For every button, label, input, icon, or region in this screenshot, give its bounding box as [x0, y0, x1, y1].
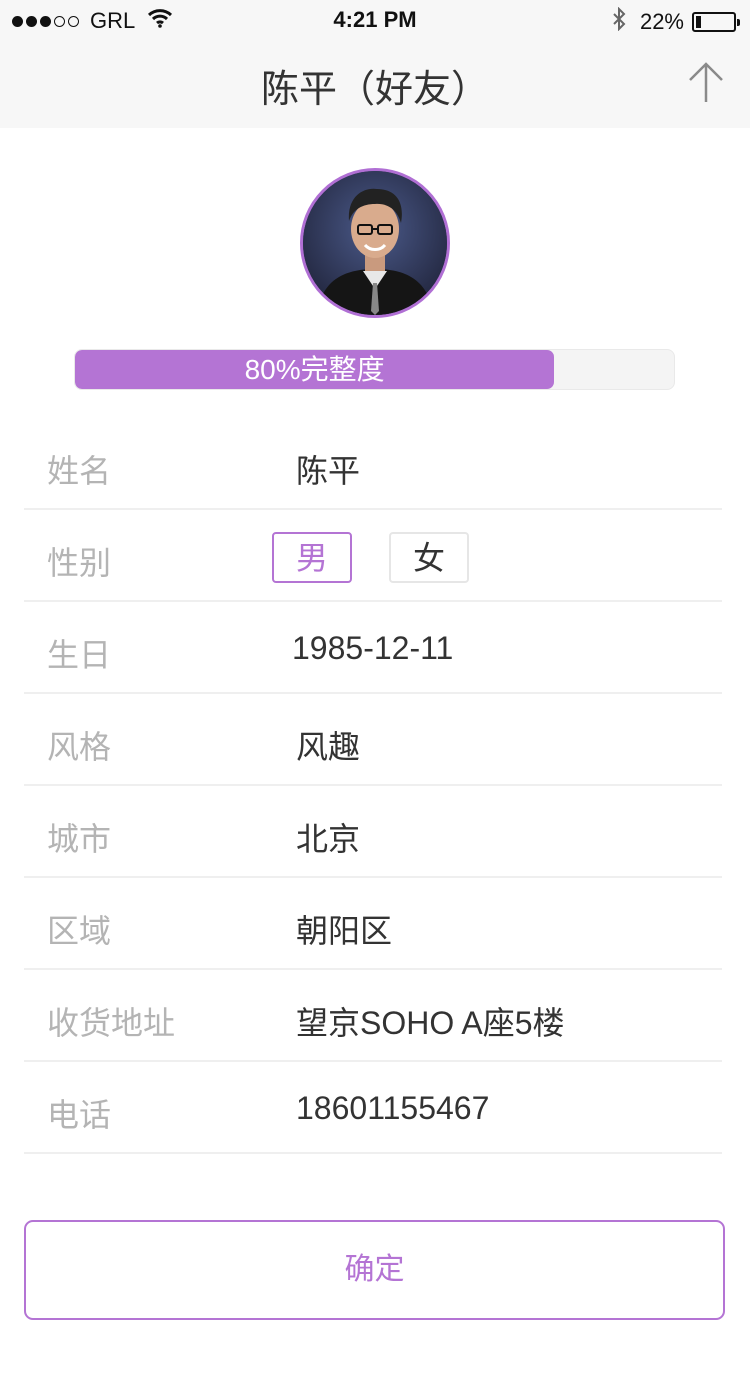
- form-row-address[interactable]: 收货地址 望京SOHO A座5楼: [24, 970, 722, 1062]
- field-label: 城市: [47, 821, 112, 857]
- gender-male-button[interactable]: 男: [272, 532, 352, 583]
- field-label: 性别: [47, 545, 112, 581]
- form-row-name[interactable]: 姓名 陈平: [24, 418, 722, 510]
- name-value[interactable]: 陈平: [296, 446, 360, 492]
- district-value[interactable]: 朝阳区: [296, 906, 392, 952]
- field-label: 收货地址: [47, 1005, 176, 1041]
- phone-value[interactable]: 18601155467: [296, 1090, 489, 1127]
- gender-female-button[interactable]: 女: [389, 532, 469, 583]
- avatar-photo: [303, 171, 447, 315]
- bluetooth-icon: [612, 6, 626, 37]
- style-value[interactable]: 风趣: [296, 722, 360, 768]
- arrow-up-icon[interactable]: [686, 60, 726, 104]
- city-value[interactable]: 北京: [296, 814, 360, 860]
- avatar[interactable]: [300, 168, 450, 318]
- birthday-value[interactable]: 1985-12-11: [292, 630, 453, 667]
- navigation-bar: 陈平（好友）: [0, 40, 750, 128]
- field-label: 生日: [47, 637, 112, 673]
- form-row-birthday[interactable]: 生日 1985-12-11: [24, 602, 722, 694]
- field-label: 姓名: [47, 453, 112, 489]
- form-row-phone[interactable]: 电话 18601155467: [24, 1062, 722, 1154]
- status-bar: GRL 4:21 PM 22%: [0, 0, 750, 40]
- page-title: 陈平（好友）: [260, 69, 489, 111]
- field-label: 区域: [47, 913, 112, 949]
- form-row-city[interactable]: 城市 北京: [24, 786, 722, 878]
- progress-label: 80%完整度: [244, 354, 385, 385]
- battery-percent: 22%: [639, 9, 684, 34]
- battery-icon: [692, 12, 740, 32]
- form-row-style[interactable]: 风格 风趣: [24, 694, 722, 786]
- address-value[interactable]: 望京SOHO A座5楼: [296, 998, 565, 1044]
- battery-level: [696, 16, 701, 28]
- form-row-district[interactable]: 区域 朝阳区: [24, 878, 722, 970]
- field-label: 电话: [47, 1097, 112, 1133]
- confirm-button[interactable]: 确定: [24, 1220, 725, 1320]
- form-row-gender: 性别 男 女: [24, 510, 722, 602]
- field-label: 风格: [47, 729, 112, 765]
- profile-completeness-bar: 80%完整度: [74, 349, 675, 390]
